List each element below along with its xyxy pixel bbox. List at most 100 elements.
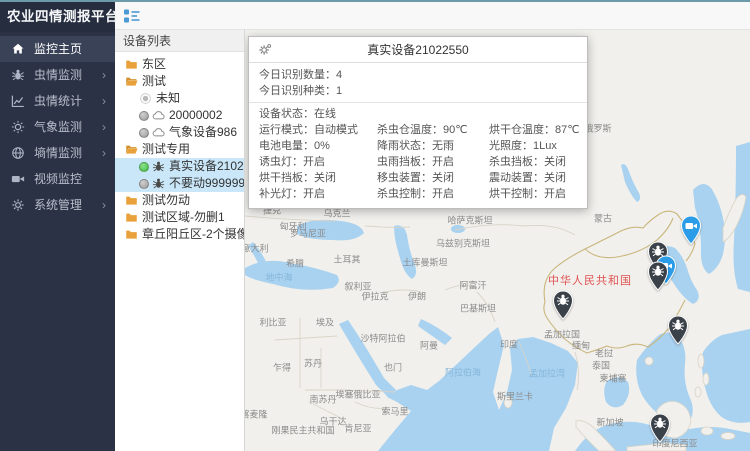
map-country-label: 蒙古 bbox=[594, 212, 612, 225]
tree-device[interactable]: 20000002 bbox=[115, 107, 244, 124]
tree-device[interactable]: 不要动99999999 bbox=[115, 175, 244, 192]
tree-item-label: 测试勿动 bbox=[142, 192, 190, 209]
tree-device[interactable]: 气象设备986 bbox=[115, 124, 244, 141]
weather-device-icon bbox=[152, 126, 165, 139]
sidebar-item-3[interactable]: 虫情统计› bbox=[0, 88, 115, 114]
tree-item-label: 真实设备21022550 bbox=[169, 158, 244, 175]
map-country-label: 希腊 bbox=[286, 257, 304, 270]
bug-icon bbox=[11, 68, 25, 82]
device-panel-title: 设备列表 bbox=[115, 30, 244, 52]
map-country-label: 伊拉克 bbox=[361, 290, 388, 303]
tree-device[interactable]: 真实设备21022550 bbox=[115, 158, 244, 175]
sidebar-item-1[interactable]: 监控主页 bbox=[0, 36, 115, 62]
popup-stats: 今日识别数量：4今日识别种类：1 bbox=[249, 63, 587, 103]
map-country-label: 肯尼亚 bbox=[344, 422, 371, 435]
tree-item-label: 测试专用 bbox=[142, 141, 190, 158]
sidebar-item-5[interactable]: 墒情监测› bbox=[0, 140, 115, 166]
chevron-right-icon: › bbox=[102, 114, 106, 140]
map-country-label: 伊朗 bbox=[408, 290, 426, 303]
map-country-label: 泰国 bbox=[592, 359, 610, 372]
chart-icon bbox=[11, 94, 25, 108]
tree-folder[interactable]: 测试 bbox=[115, 73, 244, 90]
tree-item-label: 测试 bbox=[142, 73, 166, 90]
folder-open-icon bbox=[125, 75, 138, 88]
folder-open-icon bbox=[125, 143, 138, 156]
map-country-label: 俄罗斯 bbox=[584, 122, 611, 135]
popup-grid-cell: 杀虫挡板：关闭 bbox=[489, 154, 580, 170]
video-icon bbox=[11, 172, 25, 186]
folder-closed-icon bbox=[125, 228, 138, 241]
sidebar-item-7[interactable]: 系统管理 › bbox=[0, 192, 115, 218]
tree-device[interactable]: 未知 bbox=[115, 90, 244, 107]
tree-folder[interactable]: 东区 bbox=[115, 56, 244, 73]
map-country-label: 南苏丹 bbox=[309, 393, 336, 406]
unknown-device-icon bbox=[139, 92, 152, 105]
tree-item-label: 未知 bbox=[156, 90, 180, 107]
bug-device-marker-pin[interactable] bbox=[552, 290, 574, 320]
chevron-right-icon: › bbox=[102, 192, 106, 218]
popup-grid-cell: 虫雨挡板：开启 bbox=[377, 154, 489, 170]
bug-device-marker-pin[interactable] bbox=[667, 315, 689, 345]
popup-title: 真实设备21022550 bbox=[367, 43, 468, 57]
map-water-label: 地中海 bbox=[265, 271, 292, 284]
top-header bbox=[115, 2, 750, 30]
map-country-label: 土库曼斯坦 bbox=[402, 256, 447, 269]
map-country-label: 缅甸 bbox=[572, 339, 590, 352]
map-country-label: 乌干达 bbox=[319, 415, 346, 428]
tree-folder[interactable]: 测试专用 bbox=[115, 141, 244, 158]
app-title: 农业四情测报平台 bbox=[0, 0, 115, 32]
sidebar-item-label: 气象监测 bbox=[34, 120, 82, 134]
popup-grid-cell: 烘干挡板：关闭 bbox=[259, 170, 377, 186]
sidebar-item-label: 墒情监测 bbox=[34, 146, 82, 160]
map-country-label: 喀麦隆 bbox=[245, 408, 268, 421]
popup-grid-cell: 杀虫仓温度：90℃ bbox=[377, 122, 489, 138]
popup-grid-cell: 诱虫灯：开启 bbox=[259, 154, 377, 170]
status-dot-online bbox=[139, 162, 149, 172]
map-country-label: 阿曼 bbox=[420, 339, 438, 352]
sidebar-item-label: 虫情监测 bbox=[34, 68, 82, 82]
popup-header: 真实设备21022550 bbox=[249, 37, 587, 63]
popup-grid-cell: 震动装置：关闭 bbox=[489, 170, 580, 186]
map-country-label: 意大利 bbox=[245, 242, 269, 255]
map-water-label: 阿拉伯海 bbox=[445, 366, 481, 379]
map-country-label: 哈萨克斯坦 bbox=[447, 214, 492, 227]
popup-grid-cell: 电池电量：0% bbox=[259, 138, 377, 154]
map-country-label: 乌兹别克斯坦 bbox=[436, 237, 490, 250]
sidebar-menu: 监控主页虫情监测›虫情统计›气象监测›墒情监测›视频监控系统管理› bbox=[0, 32, 115, 218]
tree-item-label: 不要动99999999 bbox=[169, 175, 244, 192]
map-country-label: 埃塞俄比亚 bbox=[335, 388, 380, 401]
popup-grid-cell: 杀虫控制：开启 bbox=[377, 186, 489, 202]
tree-folder[interactable]: 测试勿动 bbox=[115, 192, 244, 209]
sidebar-item-label: 监控主页 bbox=[34, 42, 82, 56]
globe-icon bbox=[11, 146, 25, 160]
status-dot-offline bbox=[139, 128, 149, 138]
folder-closed-icon bbox=[125, 211, 138, 224]
folder-closed-icon bbox=[125, 194, 138, 207]
map-country-label: 利比亚 bbox=[259, 316, 286, 329]
bug-device-icon bbox=[152, 177, 165, 190]
popup-grid-cell: 光照度：1Lux bbox=[489, 138, 580, 154]
sidebar-item-6[interactable]: 视频监控 bbox=[0, 166, 115, 192]
gear-icon bbox=[11, 198, 25, 212]
weather-icon bbox=[11, 120, 25, 134]
tree-item-label: 测试区域-勿删1 bbox=[142, 209, 225, 226]
sidebar-item-label: 系统管理 bbox=[34, 198, 82, 212]
map-country-label: 巴基斯坦 bbox=[460, 302, 496, 315]
popup-grid-cell: 烘干控制：开启 bbox=[489, 186, 580, 202]
tree-folder[interactable]: 章丘阳丘区-2个摄像头 bbox=[115, 226, 244, 243]
bug-device-marker-pin[interactable] bbox=[649, 413, 671, 443]
bug-device-marker-pin[interactable] bbox=[647, 261, 669, 291]
sidebar-item-4[interactable]: 气象监测 › bbox=[0, 114, 115, 140]
map-country-label: 阿富汗 bbox=[459, 279, 486, 292]
sidebar-item-2[interactable]: 虫情监测› bbox=[0, 62, 115, 88]
tree-folder[interactable]: 测试区域-勿删1 bbox=[115, 209, 244, 226]
sidebar-item-label: 视频监控 bbox=[34, 172, 82, 186]
popup-grid-cell: 补光灯：开启 bbox=[259, 186, 377, 202]
camera-marker-pin[interactable] bbox=[680, 215, 702, 245]
settings-gear-icon[interactable] bbox=[258, 43, 272, 57]
tree-item-label: 东区 bbox=[142, 56, 166, 73]
map-canvas[interactable]: 俄罗斯蒙古中华人民共和国哈萨克斯坦捷克乌克兰匈牙利罗马尼亚意大利希腊土耳其地中海… bbox=[245, 30, 750, 451]
map-country-label: 土耳其 bbox=[333, 253, 360, 266]
tree-toggle-icon[interactable] bbox=[123, 7, 141, 25]
status-dot-offline bbox=[139, 111, 149, 121]
